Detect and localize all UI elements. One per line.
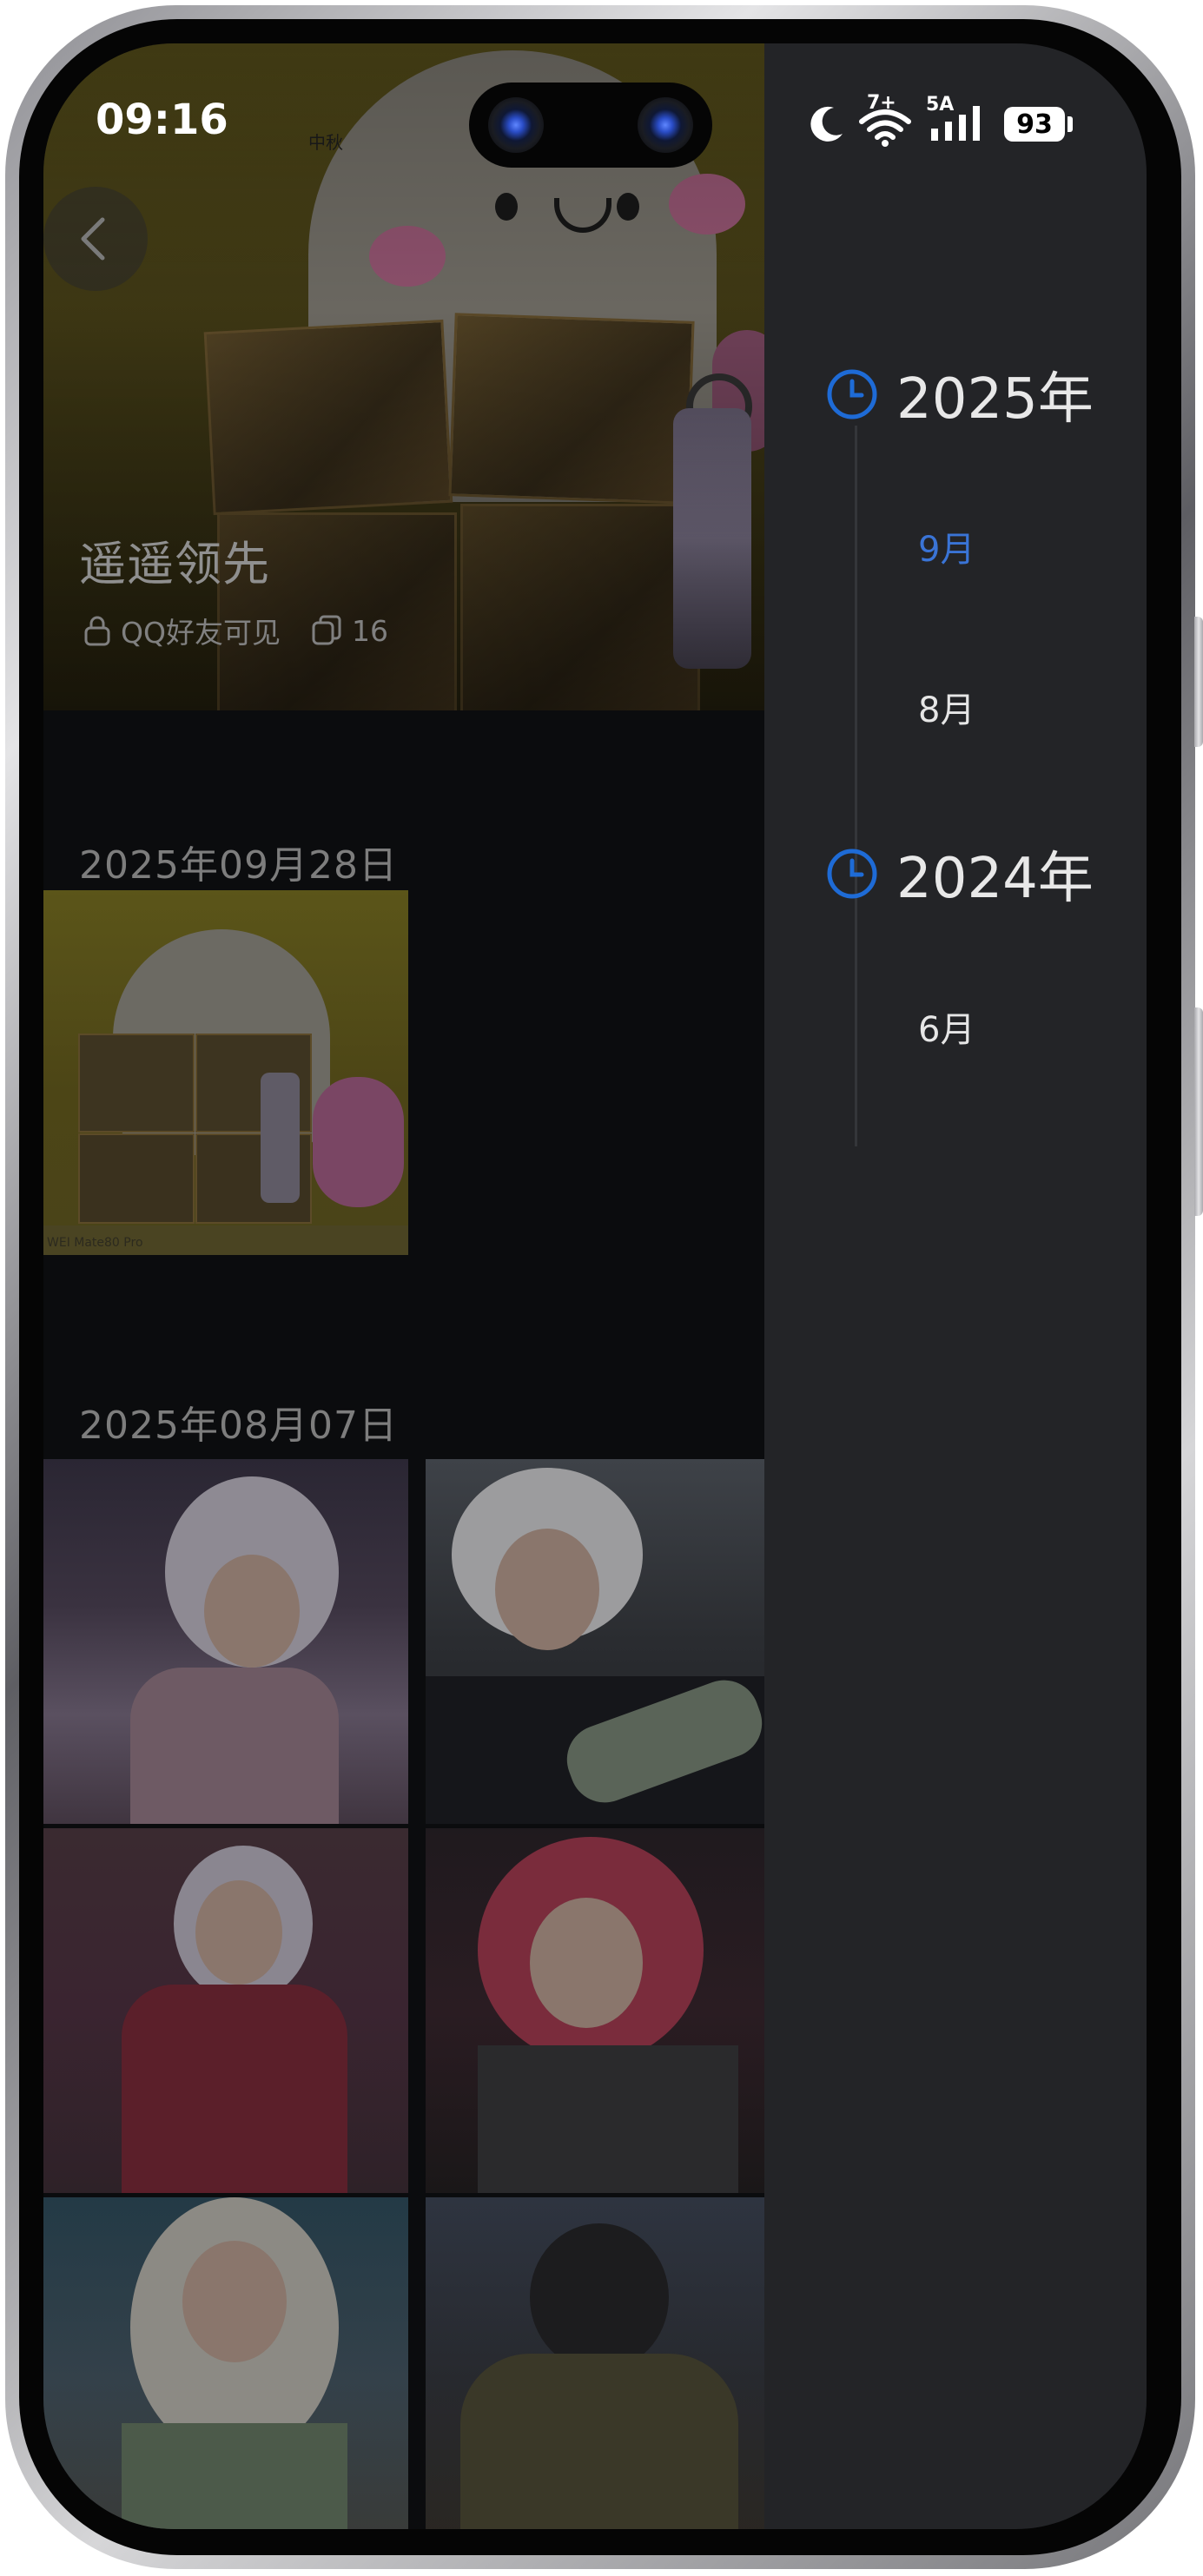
timeline-month-8[interactable]: 8月 (918, 682, 975, 732)
album-title: 遥遥领先 (79, 537, 270, 591)
section-date: 2025年09月28日 (79, 843, 398, 888)
timeline-year-2025[interactable]: 2025年 (825, 354, 1094, 434)
battery-icon: 93 (1004, 107, 1065, 142)
photo-thumbnail[interactable]: WEI Mate80 Pro (43, 890, 408, 1255)
thumb-footer-text: WEI Mate80 Pro (47, 1236, 143, 1250)
timeline-year-2024[interactable]: 2024年 (825, 834, 1094, 914)
camera-lens (638, 97, 693, 153)
battery-tip (1067, 116, 1073, 132)
timeline-month-6[interactable]: 6月 (918, 1001, 975, 1052)
section-date: 2025年08月07日 (79, 1404, 398, 1448)
year-label: 2025年 (896, 367, 1094, 432)
camera-lens (488, 97, 544, 153)
volume-button (1194, 617, 1203, 747)
photo-thumbnail[interactable] (426, 2197, 764, 2529)
photo-thumbnail[interactable] (426, 1828, 764, 2193)
photo-count: 16 (351, 613, 388, 648)
wifi-icon: 7+ (858, 92, 919, 147)
chevron-left-icon (81, 217, 105, 261)
photo-thumbnail[interactable] (426, 1459, 764, 1824)
album-panel[interactable]: 中秋 遥遥领先 QQ好友可见 16 2025年09月28日 (43, 43, 764, 2529)
album-meta: QQ好友可见 16 (83, 610, 388, 651)
clock-icon (827, 369, 877, 419)
wifi-badge: 7+ (867, 92, 896, 114)
lock-icon (84, 616, 110, 646)
status-time: 09:16 (96, 96, 228, 144)
power-button (1194, 1007, 1203, 1216)
back-button[interactable] (43, 187, 148, 291)
timeline-month-9[interactable]: 9月 (918, 521, 975, 571)
photo-thumbnail[interactable] (43, 1828, 408, 2193)
status-icons: 7+ 5A 93 (808, 92, 1073, 147)
screen: 中秋 遥遥领先 QQ好友可见 16 2025年09月28日 (43, 43, 1147, 2529)
privacy-label: QQ好友可见 (121, 616, 281, 650)
clock-icon (827, 849, 877, 899)
year-label: 2024年 (896, 847, 1094, 911)
moon-icon (810, 106, 843, 142)
timeline-line (855, 426, 857, 1146)
photos-count-icon (312, 615, 341, 645)
photo-thumbnail[interactable] (43, 2197, 408, 2529)
signal-icon: 5A (926, 94, 992, 146)
dynamic-island (469, 83, 712, 168)
photo-thumbnail[interactable] (43, 1459, 408, 1824)
